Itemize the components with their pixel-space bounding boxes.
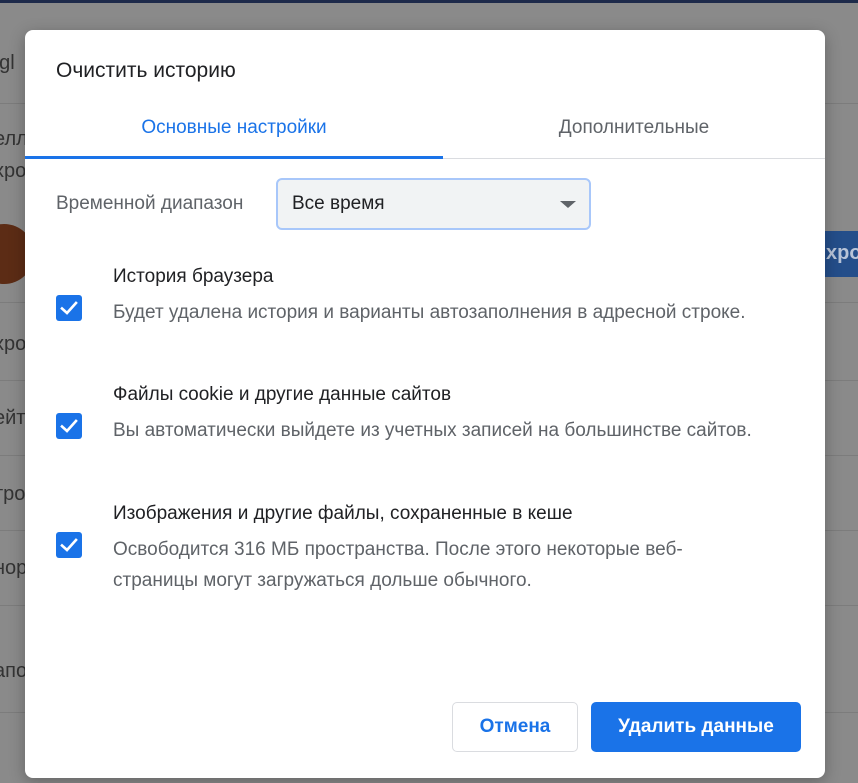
background-top-bar <box>0 0 858 3</box>
background-text-fragment: хро <box>0 333 27 355</box>
option-title: Файлы cookie и другие данные сайтов <box>113 384 452 405</box>
tab-advanced[interactable]: Дополнительные <box>443 100 825 158</box>
cached-files-checkbox[interactable] <box>56 532 82 558</box>
option-description: Освободится 316 МБ пространства. После э… <box>113 539 683 591</box>
option-description: Будет удалена история и варианты автозап… <box>113 302 746 323</box>
cookies-checkbox[interactable] <box>56 413 82 439</box>
background-text-fragment: тро <box>0 483 26 505</box>
background-text-fragment: елл <box>0 128 28 150</box>
delete-data-button[interactable]: Удалить данные <box>591 702 801 752</box>
time-range-value: Все время <box>292 193 385 214</box>
tab-basic-settings[interactable]: Основные настройки <box>25 100 443 158</box>
checkmark-icon <box>60 419 78 433</box>
dialog-title: Очистить историю <box>56 59 236 82</box>
option-title: Изображения и другие файлы, сохраненные … <box>113 503 573 524</box>
cancel-button[interactable]: Отмена <box>452 702 578 752</box>
checkmark-icon <box>60 301 78 315</box>
checkmark-icon <box>60 538 78 552</box>
background-text-fragment: нор <box>0 557 28 579</box>
option-title: История браузера <box>113 266 274 287</box>
background-text-fragment: ogl <box>0 52 15 74</box>
tab-bar: Основные настройки Дополнительные <box>25 100 825 159</box>
clear-history-dialog: Очистить историю Основные настройки Допо… <box>25 30 825 778</box>
option-description: Вы автоматически выйдете из учетных запи… <box>113 420 752 441</box>
background-text-fragment: хро <box>0 160 27 182</box>
active-tab-indicator <box>25 156 443 159</box>
background-text-fragment: апо <box>0 660 28 682</box>
browsing-history-checkbox[interactable] <box>56 295 82 321</box>
time-range-label: Временной диапазон <box>56 193 244 214</box>
dropdown-arrow-icon <box>560 201 576 208</box>
time-range-select[interactable]: Все время <box>276 178 591 230</box>
background-text-fragment: ейт <box>0 407 26 429</box>
